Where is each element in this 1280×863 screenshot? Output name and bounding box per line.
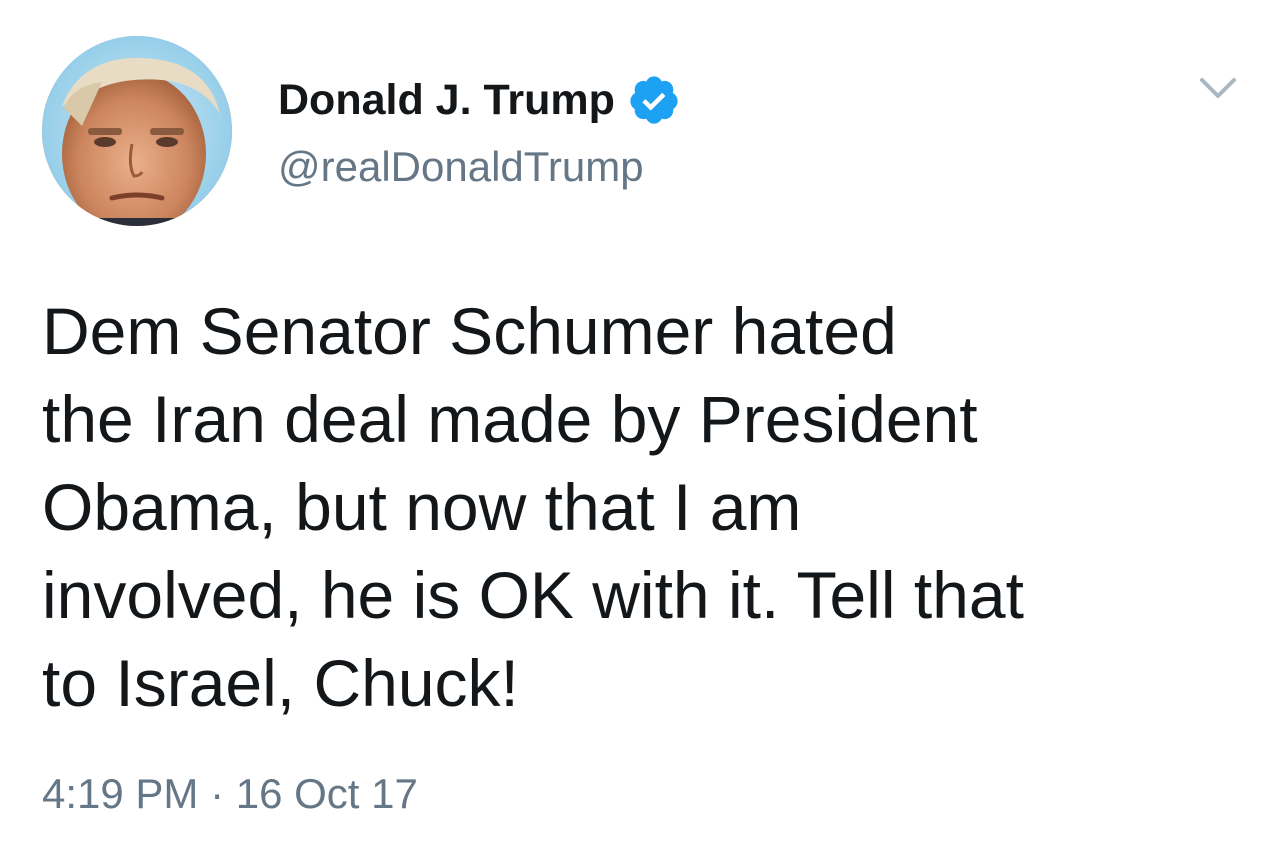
author-handle[interactable]: @realDonaldTrump bbox=[278, 143, 644, 191]
author-avatar[interactable] bbox=[42, 36, 232, 226]
tweet-card: Donald J. Trump @realDonaldTrump Dem Sen… bbox=[0, 0, 1280, 863]
avatar-photo-icon bbox=[42, 36, 232, 226]
author-name[interactable]: Donald J. Trump bbox=[278, 76, 615, 125]
author-name-row: Donald J. Trump bbox=[278, 70, 681, 130]
tweet-text: Dem Senator Schumer hated the Iran deal … bbox=[42, 294, 1024, 720]
chevron-down-icon[interactable] bbox=[1196, 72, 1240, 106]
verified-badge-icon bbox=[627, 73, 681, 127]
tweet-timestamp[interactable]: 4:19 PM · 16 Oct 17 bbox=[42, 770, 418, 818]
